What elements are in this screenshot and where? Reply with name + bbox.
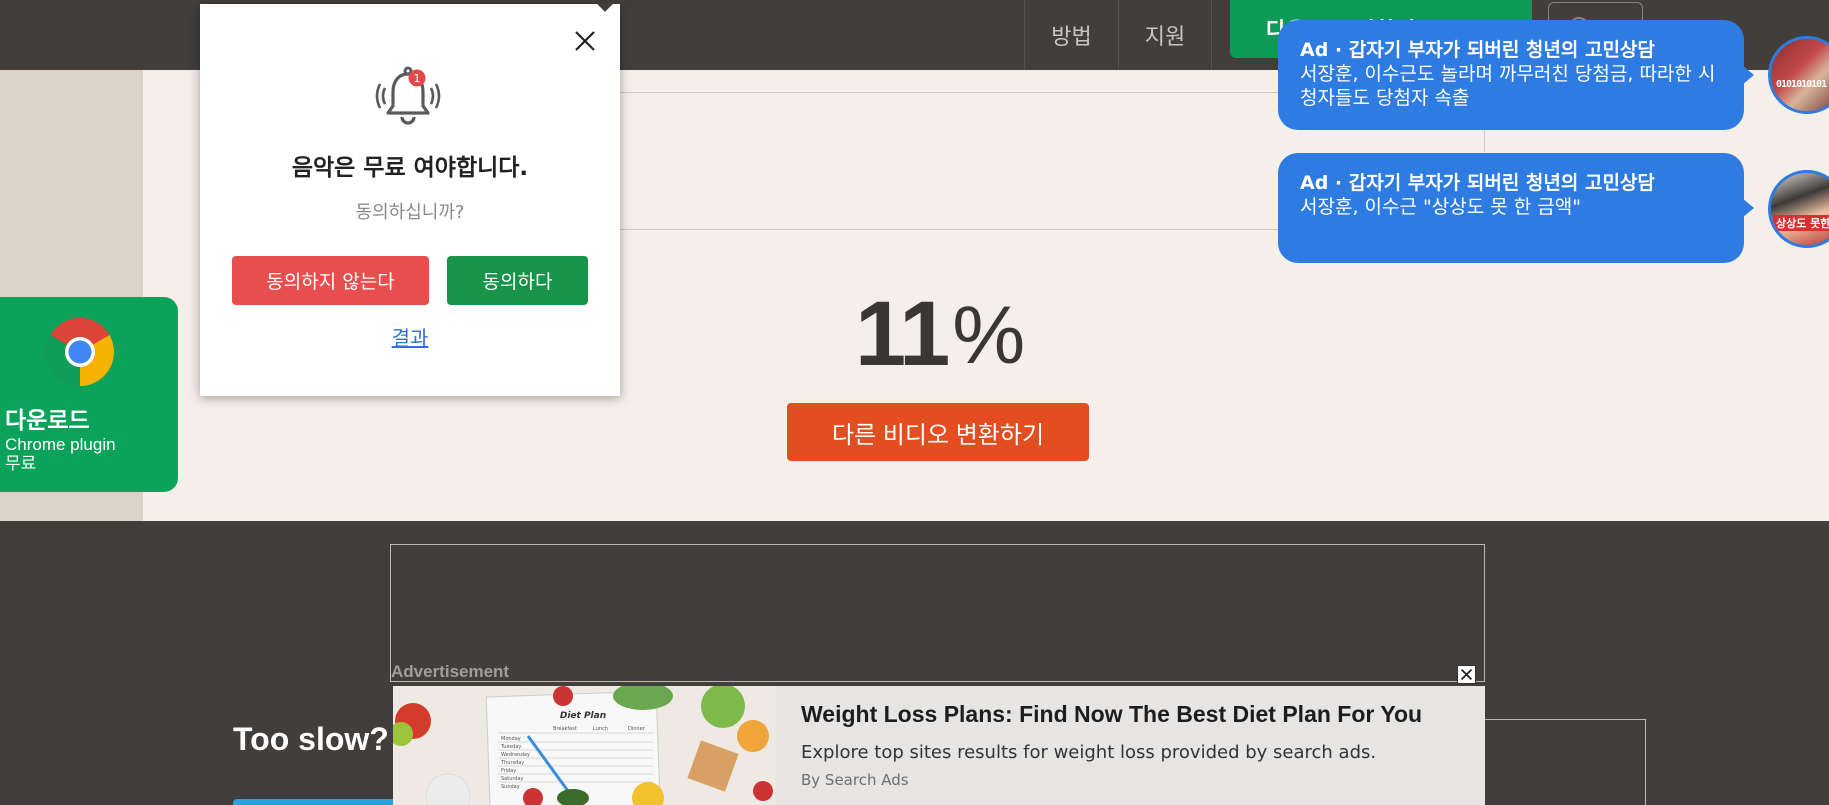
deny-button-label: 동의하지 않는다 bbox=[266, 271, 395, 293]
chrome-plugin-card[interactable]: 다운로드 Chrome plugin 무료 bbox=[0, 297, 178, 492]
convert-another-video-button[interactable]: 다른 비디오 변환하기 bbox=[787, 403, 1089, 461]
image-day: Friday bbox=[501, 768, 516, 774]
nav-support[interactable]: 지원 bbox=[1118, 0, 1212, 70]
popup-pointer bbox=[595, 3, 615, 13]
convert-another-label: 다른 비디오 변환하기 bbox=[831, 421, 1045, 449]
nav-how-to[interactable]: 방법 bbox=[1024, 0, 1118, 70]
advertisement-frame bbox=[390, 544, 1485, 682]
image-column: Lunch bbox=[593, 726, 608, 732]
chat-ad-title: Ad · 갑자기 부자가 되버린 청년의 고민상담 bbox=[1300, 172, 1655, 194]
image-day: Monday bbox=[501, 736, 521, 742]
image-column: Breakfast bbox=[553, 726, 577, 732]
bell-icon: 1 bbox=[375, 66, 441, 125]
percent-sign: % bbox=[952, 290, 1026, 381]
chat-ad-body: 서장훈, 이수근도 놀라며 까무러친 당첨금, 따라한 시청자들도 당첨자 속출 bbox=[1300, 63, 1716, 109]
close-ad-icon[interactable] bbox=[1457, 665, 1476, 684]
avatar-caption: 상상도 못한 bbox=[1773, 215, 1829, 231]
nav-how-label: 방법 bbox=[1051, 25, 1092, 50]
notification-question: 동의하십니까? bbox=[355, 202, 465, 223]
chrome-plugin-line2: 무료 bbox=[5, 454, 37, 473]
image-heading: Diet Plan bbox=[560, 711, 606, 721]
chat-ad-body: 서장훈, 이수근 "상상도 못 한 금액" bbox=[1300, 196, 1581, 218]
notification-permission-popup: 1 음악은 무료 여야합니다. 동의하십니까? 동의하지 않는다 동의하다 결과 bbox=[200, 4, 620, 396]
chat-ad-2[interactable]: Ad · 갑자기 부자가 되버린 청년의 고민상담 서장훈, 이수근 "상상도 … bbox=[1278, 153, 1754, 263]
diet-plan-ad[interactable]: Diet Plan Breakfast Lunch Dinner Monday … bbox=[393, 686, 1485, 805]
image-day: Thursday bbox=[500, 760, 524, 766]
chrome-plugin-line1: Chrome plugin bbox=[5, 435, 116, 454]
chat-ad-1[interactable]: Ad · 갑자기 부자가 되버린 청년의 고민상담 서장훈, 이수근도 놀라며 … bbox=[1278, 20, 1754, 130]
ad-source: By Search Ads bbox=[801, 771, 909, 789]
ad-description: Explore top sites results for weight los… bbox=[801, 742, 1377, 763]
agree-button[interactable]: 동의하다 bbox=[447, 256, 588, 305]
bell-badge: 1 bbox=[414, 72, 421, 85]
chat-ad-title: Ad · 갑자기 부자가 되버린 청년의 고민상담 bbox=[1300, 39, 1655, 61]
result-link[interactable]: 결과 bbox=[200, 322, 620, 351]
avatar-caption: 0101010101 bbox=[1776, 79, 1827, 90]
advertisement-label: Advertisement bbox=[391, 662, 510, 681]
progress-number: 11 bbox=[855, 283, 950, 385]
image-day: Sunday bbox=[501, 784, 520, 790]
image-day: Saturday bbox=[501, 776, 524, 782]
image-day: Tuesday bbox=[500, 744, 521, 750]
blue-action-bar[interactable] bbox=[233, 799, 403, 805]
ad-headline: Weight Loss Plans: Find Now The Best Die… bbox=[801, 701, 1423, 727]
close-icon[interactable] bbox=[570, 26, 600, 56]
chrome-plugin-subtitle: Chrome plugin 무료 bbox=[5, 435, 116, 473]
image-column: Dinner bbox=[628, 726, 646, 732]
diet-plan-ad-image: Diet Plan Breakfast Lunch Dinner Monday … bbox=[393, 686, 776, 805]
side-frame bbox=[1484, 719, 1646, 805]
chrome-plugin-title: 다운로드 bbox=[5, 408, 90, 434]
deny-button[interactable]: 동의하지 않는다 bbox=[232, 256, 429, 305]
image-day: Wednesday bbox=[501, 752, 530, 758]
agree-button-label: 동의하다 bbox=[482, 271, 553, 293]
nav-support-label: 지원 bbox=[1144, 25, 1186, 50]
notification-title: 음악은 무료 여야합니다. bbox=[291, 155, 529, 181]
chrome-logo-icon bbox=[46, 318, 114, 386]
progress-percentage: 11 % bbox=[855, 280, 1055, 380]
